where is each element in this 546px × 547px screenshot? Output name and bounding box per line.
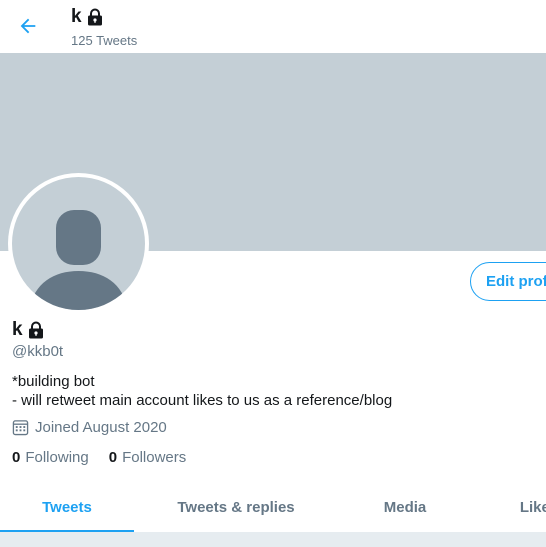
avatar-image <box>12 177 145 310</box>
following-label: Following <box>25 449 89 466</box>
following-link[interactable]: 0 Following <box>12 449 89 466</box>
active-tab-indicator <box>0 530 134 532</box>
back-button[interactable] <box>15 13 41 39</box>
edit-profile-button[interactable]: Edit profile <box>470 262 546 301</box>
arrow-left-icon <box>20 18 36 34</box>
bio-line: *building bot <box>12 373 95 390</box>
timeline-divider <box>0 533 546 547</box>
profile-page: k 125 Tweets Edit profile k <box>0 0 546 547</box>
profile-name: k <box>12 319 46 341</box>
tab-media[interactable]: Media <box>338 482 472 533</box>
avatar[interactable] <box>8 173 149 314</box>
follow-stats: 0 Following 0 Followers <box>12 449 186 466</box>
calendar-icon <box>12 420 29 436</box>
bio-line: - will retweet main account likes to us … <box>12 392 393 409</box>
followers-label: Followers <box>122 449 187 466</box>
joined-text: Joined August 2020 <box>35 419 167 436</box>
tab-tweets[interactable]: Tweets <box>0 482 134 533</box>
tab-tweets-and-replies[interactable]: Tweets & replies <box>134 482 338 533</box>
profile-name-text: k <box>12 319 23 340</box>
profile-header: k 125 Tweets <box>0 0 546 53</box>
joined-date: Joined August 2020 <box>12 419 167 436</box>
following-count: 0 <box>12 449 21 466</box>
profile-tabs: Tweets Tweets & replies Media Likes <box>0 482 546 533</box>
lock-icon <box>87 8 102 26</box>
followers-count: 0 <box>108 449 118 466</box>
header-name-text: k <box>71 6 82 27</box>
followers-link[interactable]: 0 Followers <box>109 449 187 466</box>
profile-handle: @kkb0t <box>12 343 64 360</box>
header-title: k <box>71 6 105 28</box>
default-avatar-icon <box>29 210 128 310</box>
tab-likes[interactable]: Likes <box>472 482 546 533</box>
lock-icon <box>28 321 43 339</box>
tweet-count: 125 Tweets <box>71 33 138 48</box>
profile-bio: *building bot - will retweet main accoun… <box>12 372 392 410</box>
